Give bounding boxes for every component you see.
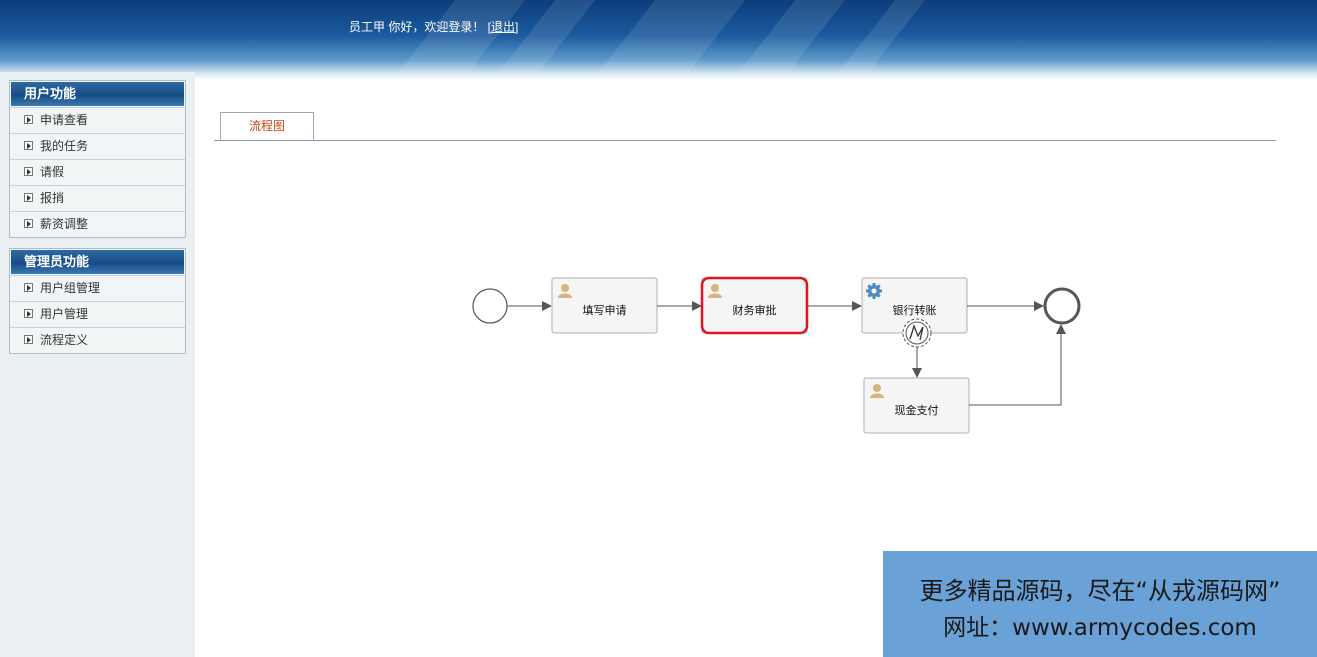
task-label: 财务审批: [733, 303, 777, 317]
task-finance-approval[interactable]: 财务审批: [700, 276, 809, 335]
menu-item-salary-adjust[interactable]: 薪资调整: [10, 211, 185, 237]
menu-item-label: 申请查看: [40, 113, 89, 127]
arrow-bullet-icon: [24, 309, 33, 318]
watermark-line2: 网址：www.armycodes.com: [943, 615, 1257, 641]
admin-functions-title: 管理员功能: [11, 250, 184, 274]
watermark-banner: 更多精品源码，尽在“从戎源码网” 网址：www.armycodes.com: [883, 551, 1317, 657]
arrow-bullet-icon: [24, 167, 33, 176]
menu-item-application-view[interactable]: 申请查看: [10, 107, 185, 133]
header-banner: 员工甲 你好，欢迎登录！ [退出]: [0, 0, 1317, 80]
arrow-bullet-icon: [24, 335, 33, 344]
welcome-message: 员工甲 你好，欢迎登录！ [退出]: [349, 18, 518, 35]
task-label: 银行转账: [893, 303, 937, 317]
task-cash-payment[interactable]: 现金支付: [863, 377, 970, 434]
arrow-bullet-icon: [24, 193, 33, 202]
watermark-line1: 更多精品源码，尽在“从戎源码网”: [919, 577, 1281, 605]
task-label: 现金支付: [895, 403, 939, 417]
menu-item-label: 用户组管理: [40, 281, 101, 295]
process-diagram: 填写申请 财务审批 银行转账 现金支付: [472, 276, 1081, 434]
arrow-bullet-icon: [24, 115, 33, 124]
menu-item-user-manage[interactable]: 用户管理: [10, 301, 185, 327]
gear-icon: [866, 283, 882, 299]
sidebar: 用户功能 申请查看 我的任务 请假 报捎 薪资调整 管理员功能 用户组管理 用户…: [0, 72, 195, 657]
menu-item-label: 流程定义: [40, 333, 89, 347]
arrow-bullet-icon: [24, 219, 33, 228]
tab-process-diagram[interactable]: 流程图: [220, 112, 314, 140]
logout-link[interactable]: 退出: [491, 20, 515, 34]
arrow-bullet-icon: [24, 141, 33, 150]
menu-item-reimburse[interactable]: 报捎: [10, 185, 185, 211]
flow-cash-to-end: [969, 324, 1066, 406]
tab-bar: 流程图: [214, 112, 1276, 141]
menu-item-group-manage[interactable]: 用户组管理: [10, 275, 185, 301]
admin-functions-menu: 管理员功能 用户组管理 用户管理 流程定义: [9, 248, 186, 354]
arrow-bullet-icon: [24, 283, 33, 292]
user-functions-menu: 用户功能 申请查看 我的任务 请假 报捎 薪资调整: [9, 80, 186, 238]
task-label: 填写申请: [583, 303, 627, 317]
menu-item-process-define[interactable]: 流程定义: [10, 327, 185, 353]
task-fill-application[interactable]: 填写申请: [551, 277, 658, 334]
end-event[interactable]: [1043, 287, 1081, 325]
start-event[interactable]: [472, 288, 508, 324]
menu-item-label: 薪资调整: [40, 217, 89, 231]
menu-item-label: 报捎: [40, 191, 65, 205]
error-boundary-event-icon: [902, 318, 932, 348]
greeting-text: 员工甲 你好，欢迎登录！ [: [349, 20, 492, 34]
menu-item-my-tasks[interactable]: 我的任务: [10, 133, 185, 159]
menu-item-label: 我的任务: [40, 139, 89, 153]
menu-item-leave[interactable]: 请假: [10, 159, 185, 185]
user-functions-title: 用户功能: [11, 82, 184, 106]
bracket-close: ]: [515, 20, 519, 34]
menu-item-label: 用户管理: [40, 307, 89, 321]
menu-item-label: 请假: [40, 165, 65, 179]
